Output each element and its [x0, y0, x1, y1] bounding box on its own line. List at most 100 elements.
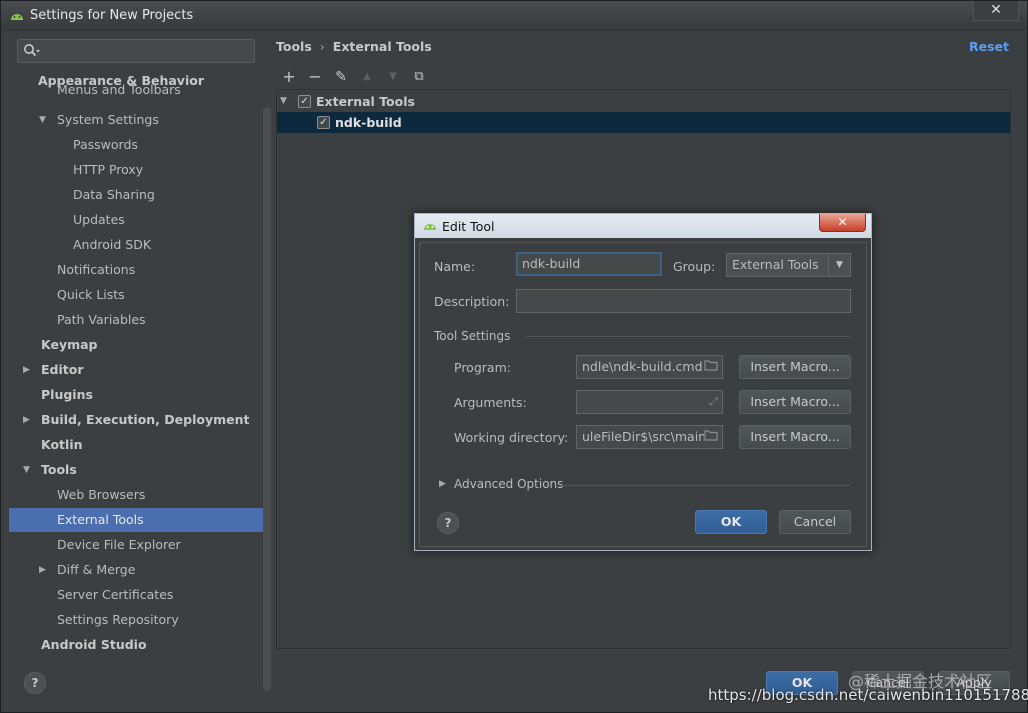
description-field[interactable]: [516, 289, 851, 313]
sidebar-item-android-sdk[interactable]: Android SDK: [73, 233, 151, 257]
sidebar-item-label: HTTP Proxy: [73, 162, 144, 177]
sidebar-item-label: Quick Lists: [57, 287, 125, 302]
expanded-arrow-icon[interactable]: ▼: [39, 108, 46, 132]
settings-sidebar: Appearance & Behavior Menus and Toolbars…: [9, 33, 271, 691]
sidebar-item-settings-repository[interactable]: Settings Repository: [57, 608, 179, 632]
sidebar-item-keymap[interactable]: Keymap: [41, 333, 98, 357]
dialog-cancel-button[interactable]: Cancel: [779, 510, 851, 534]
working-directory-label: Working directory:: [454, 430, 569, 445]
sidebar-item-menus-toolbars[interactable]: Menus and Toolbars: [57, 84, 181, 96]
breadcrumb-external-tools: External Tools: [332, 39, 432, 54]
edit-tool-dialog: Edit Tool ✕ Name: ndk-build Group: Exter…: [414, 213, 872, 551]
edit-pencil-icon[interactable]: ✎: [331, 67, 351, 87]
description-label: Description:: [434, 294, 510, 309]
tree-row-label: External Tools: [316, 94, 415, 109]
breadcrumb: Tools › External Tools: [276, 39, 432, 54]
sidebar-item-external-tools[interactable]: External Tools: [9, 508, 263, 532]
expanded-arrow-icon[interactable]: ▼: [280, 91, 287, 112]
program-field[interactable]: ndle\ndk-build.cmd: [576, 355, 723, 379]
sidebar-item-plugins[interactable]: Plugins: [41, 383, 93, 407]
title-bar: Settings for New Projects ✕: [1, 1, 1027, 31]
chevron-down-icon[interactable]: ▼: [828, 254, 850, 276]
working-directory-field[interactable]: uleFileDir$\src\main: [576, 425, 723, 449]
arguments-insert-macro-button[interactable]: Insert Macro...: [739, 390, 851, 414]
sidebar-item-quick-lists[interactable]: Quick Lists: [57, 283, 125, 307]
dialog-body: Name: ndk-build Group: External Tools ▼ …: [419, 242, 867, 547]
advanced-options-toggle[interactable]: Advanced Options: [454, 477, 563, 491]
sidebar-item-label: Passwords: [73, 137, 138, 152]
sidebar-item-label: Plugins: [41, 387, 93, 402]
tree-row-ndk-build[interactable]: ✓ ndk-build: [277, 112, 1010, 133]
sidebar-item-label: Notifications: [57, 262, 136, 277]
sidebar-item-label: System Settings: [57, 112, 159, 127]
program-insert-macro-button[interactable]: Insert Macro...: [739, 355, 851, 379]
folder-icon[interactable]: [704, 426, 718, 448]
program-label: Program:: [454, 360, 511, 375]
dialog-help-button[interactable]: ?: [437, 512, 459, 534]
expand-icon[interactable]: ⤢: [709, 391, 718, 413]
sidebar-item-path-variables[interactable]: Path Variables: [57, 308, 146, 332]
collapsed-arrow-icon[interactable]: ▶: [23, 408, 30, 432]
tree-row-external-tools-group[interactable]: ▼ ✓ External Tools: [277, 91, 1010, 112]
group-label: Group:: [673, 259, 716, 274]
dialog-close-button[interactable]: ✕: [819, 214, 866, 232]
group-combobox-value: External Tools: [732, 257, 819, 272]
tool-settings-heading: Tool Settings: [434, 329, 511, 343]
sidebar-item-label: Server Certificates: [57, 587, 174, 602]
collapsed-arrow-icon[interactable]: ▶: [439, 479, 446, 489]
sidebar-item-android-studio[interactable]: Android Studio: [41, 633, 147, 657]
breadcrumb-tools[interactable]: Tools: [276, 39, 312, 54]
dialog-ok-button[interactable]: OK: [695, 510, 767, 534]
window-title: Settings for New Projects: [30, 8, 194, 23]
sidebar-item-updates[interactable]: Updates: [73, 208, 125, 232]
help-button[interactable]: ?: [24, 672, 46, 694]
search-icon: [23, 43, 41, 62]
sidebar-item-kotlin[interactable]: Kotlin: [41, 433, 83, 457]
group-checkbox[interactable]: ✓: [298, 95, 311, 108]
sidebar-item-web-browsers[interactable]: Web Browsers: [57, 483, 145, 507]
sidebar-item-label: Diff & Merge: [57, 562, 136, 577]
sidebar-item-label: Data Sharing: [73, 187, 155, 202]
external-tools-toolbar: + − ✎ ▲ ▼ ⧉: [276, 65, 1011, 89]
sidebar-item-label: Build, Execution, Deployment: [41, 412, 250, 427]
collapsed-arrow-icon[interactable]: ▶: [23, 358, 30, 382]
sidebar-item-device-file-explorer[interactable]: Device File Explorer: [57, 533, 181, 557]
sidebar-item-server-certificates[interactable]: Server Certificates: [57, 583, 173, 607]
arguments-label: Arguments:: [454, 395, 527, 410]
dialog-title-bar: Edit Tool ✕: [415, 214, 871, 238]
collapsed-arrow-icon[interactable]: ▶: [39, 558, 46, 582]
sidebar-item-label: Device File Explorer: [57, 537, 181, 552]
sidebar-item-http-proxy[interactable]: HTTP Proxy: [73, 158, 143, 182]
sidebar-item-label: Path Variables: [57, 312, 146, 327]
sidebar-item-label: Android SDK: [73, 237, 152, 252]
remove-icon[interactable]: −: [305, 67, 325, 87]
group-combobox[interactable]: External Tools ▼: [726, 253, 851, 277]
section-divider: [526, 336, 850, 337]
move-up-icon[interactable]: ▲: [357, 67, 377, 87]
copy-icon[interactable]: ⧉: [409, 67, 429, 87]
sidebar-item-passwords[interactable]: Passwords: [73, 133, 138, 157]
tool-checkbox[interactable]: ✓: [317, 116, 330, 129]
sidebar-item-label: Kotlin: [41, 437, 83, 452]
android-studio-icon: [422, 219, 438, 234]
workdir-insert-macro-button[interactable]: Insert Macro...: [739, 425, 851, 449]
sidebar-item-label: Settings Repository: [57, 612, 179, 627]
section-divider: [559, 485, 850, 486]
folder-icon[interactable]: [704, 356, 718, 378]
name-field[interactable]: ndk-build: [516, 252, 662, 276]
reset-link[interactable]: Reset: [969, 39, 1009, 54]
name-label: Name:: [434, 259, 476, 274]
sidebar-scrollbar[interactable]: [263, 107, 271, 691]
move-down-icon[interactable]: ▼: [383, 67, 403, 87]
sidebar-item-label: Web Browsers: [57, 487, 146, 502]
window-close-button[interactable]: ✕: [973, 1, 1019, 21]
breadcrumb-separator: ›: [319, 39, 325, 54]
tree-row-label: ndk-build: [335, 115, 402, 130]
sidebar-item-notifications[interactable]: Notifications: [57, 258, 135, 282]
watermark-url: https://blog.csdn.net/caiwenbin110151788…: [708, 686, 1028, 704]
add-icon[interactable]: +: [279, 67, 299, 87]
sidebar-item-data-sharing[interactable]: Data Sharing: [73, 183, 155, 207]
expanded-arrow-icon[interactable]: ▼: [23, 458, 30, 482]
settings-search-input[interactable]: [17, 39, 255, 63]
arguments-field[interactable]: ⤢: [576, 390, 723, 414]
